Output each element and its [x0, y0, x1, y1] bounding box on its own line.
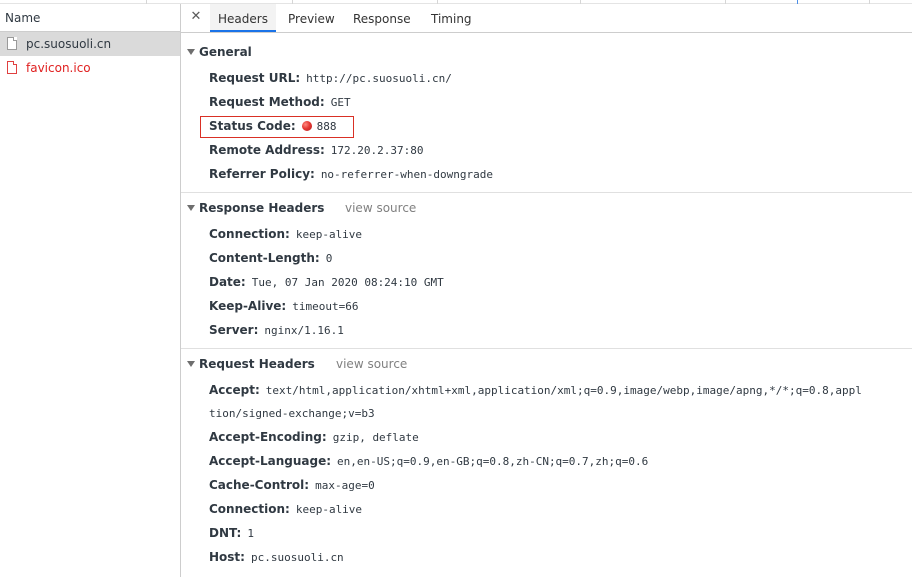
- request-headers-section-header[interactable]: Request Headers view source: [181, 354, 912, 374]
- request-row-favicon[interactable]: favicon.ico: [0, 56, 180, 80]
- header-key: Request URL:: [209, 71, 301, 85]
- header-value: 0: [325, 252, 333, 265]
- header-key: Connection:: [209, 502, 290, 516]
- general-section-header[interactable]: General: [181, 42, 912, 62]
- collapse-triangle-icon: [187, 205, 195, 211]
- header-value: max-age=0: [315, 479, 375, 492]
- collapse-triangle-icon: [187, 361, 195, 367]
- general-row-remote-address: Remote Address: 172.20.2.37:80: [209, 140, 424, 160]
- collapse-triangle-icon: [187, 49, 195, 55]
- header-value: en,en-US;q=0.9,en-GB;q=0.8,zh-CN;q=0.7,z…: [337, 455, 649, 468]
- header-value: keep-alive: [295, 228, 363, 241]
- close-icon[interactable]: ✕: [189, 9, 203, 25]
- header-key: Content-Length:: [209, 251, 320, 265]
- request-header-row: Connection: keep-alive: [209, 499, 362, 519]
- request-header-row: Cache-Control: max-age=0: [209, 475, 375, 495]
- header-key: Accept-Language:: [209, 454, 332, 468]
- header-value: pc.suosuoli.cn: [250, 551, 344, 564]
- header-key: Connection:: [209, 227, 290, 241]
- response-header-row: Connection: keep-alive: [209, 224, 362, 244]
- header-key: Accept-Encoding:: [209, 430, 327, 444]
- tab-response[interactable]: Response: [345, 4, 419, 32]
- header-key: Cache-Control:: [209, 478, 310, 492]
- tab-preview[interactable]: Preview: [280, 4, 343, 32]
- header-value: Tue, 07 Jan 2020 08:24:10 GMT: [251, 276, 444, 289]
- general-row-request-method: Request Method: GET: [209, 92, 351, 112]
- header-value: 1: [247, 527, 254, 540]
- header-value: http://pc.suosuoli.cn/: [306, 72, 452, 85]
- header-value: keep-alive: [295, 503, 363, 516]
- request-header-row: DNT: 1: [209, 523, 254, 543]
- general-row-referrer-policy: Referrer Policy: no-referrer-when-downgra…: [209, 164, 493, 184]
- request-name: favicon.ico: [26, 61, 91, 75]
- header-key: Date:: [209, 275, 246, 289]
- response-header-row: Server: nginx/1.16.1: [209, 320, 344, 340]
- request-list: Name pc.suosuoli.cn favicon.ico: [0, 4, 181, 577]
- request-header-row: Accept-Encoding: gzip, deflate: [209, 427, 419, 447]
- devtools-network-panel: Name pc.suosuoli.cn favicon.ico ✕ Header…: [0, 0, 912, 577]
- header-key: Referrer Policy:: [209, 167, 315, 181]
- details-tabbar: ✕ Headers Preview Response Timing: [181, 4, 912, 33]
- header-value: no-referrer-when-downgrade: [320, 168, 493, 181]
- header-value: 172.20.2.37:80: [330, 144, 424, 157]
- header-key: Server:: [209, 323, 259, 337]
- header-key: DNT:: [209, 526, 242, 540]
- tab-headers[interactable]: Headers: [210, 4, 276, 32]
- response-header-row: Date: Tue, 07 Jan 2020 08:24:10 GMT: [209, 272, 444, 292]
- response-header-row: Content-Length: 0: [209, 248, 332, 268]
- header-value: timeout=66: [292, 300, 359, 313]
- general-row-status-code: Status Code: 888: [209, 116, 337, 136]
- header-value: gzip, deflate: [332, 431, 419, 444]
- section-title: Request Headers: [199, 357, 315, 371]
- view-source-link[interactable]: view source: [345, 198, 416, 218]
- header-key: Status Code:: [209, 119, 296, 133]
- header-key: Host:: [209, 550, 245, 564]
- header-value: text/html,application/xhtml+xml,applicat…: [265, 384, 862, 397]
- section-title: Response Headers: [199, 201, 325, 215]
- document-icon: [7, 37, 17, 50]
- section-divider: [181, 348, 912, 349]
- request-details: ✕ Headers Preview Response Timing Genera…: [181, 4, 912, 577]
- header-value-continuation: tion/signed-exchange;v=b3: [209, 407, 375, 420]
- request-row-pc-suosuoli[interactable]: pc.suosuoli.cn: [0, 32, 180, 56]
- header-key: Keep-Alive:: [209, 299, 287, 313]
- general-row-request-url: Request URL: http://pc.suosuoli.cn/: [209, 68, 452, 88]
- document-icon: [7, 61, 17, 74]
- section-divider: [181, 192, 912, 193]
- request-header-row: Accept-Language: en,en-US;q=0.9,en-GB;q=0…: [209, 451, 648, 471]
- status-dot-icon: [301, 121, 312, 131]
- header-key: Request Method:: [209, 95, 325, 109]
- section-title: General: [199, 45, 252, 59]
- response-header-row: Keep-Alive: timeout=66: [209, 296, 358, 316]
- request-header-row-accept-continuation: tion/signed-exchange;v=b3: [209, 403, 375, 423]
- name-column-header[interactable]: Name: [0, 4, 180, 32]
- header-value: GET: [330, 96, 351, 109]
- header-value: 888: [316, 120, 337, 133]
- header-value: nginx/1.16.1: [264, 324, 344, 337]
- header-key: Accept:: [209, 383, 260, 397]
- request-header-row: Host: pc.suosuoli.cn: [209, 547, 344, 567]
- view-source-link[interactable]: view source: [336, 354, 407, 374]
- tab-timing[interactable]: Timing: [423, 4, 480, 32]
- response-headers-section-header[interactable]: Response Headers view source: [181, 198, 912, 218]
- request-name: pc.suosuoli.cn: [26, 37, 112, 51]
- header-key: Remote Address:: [209, 143, 325, 157]
- request-header-row-accept: Accept: text/html,application/xhtml+xml,a…: [209, 380, 862, 400]
